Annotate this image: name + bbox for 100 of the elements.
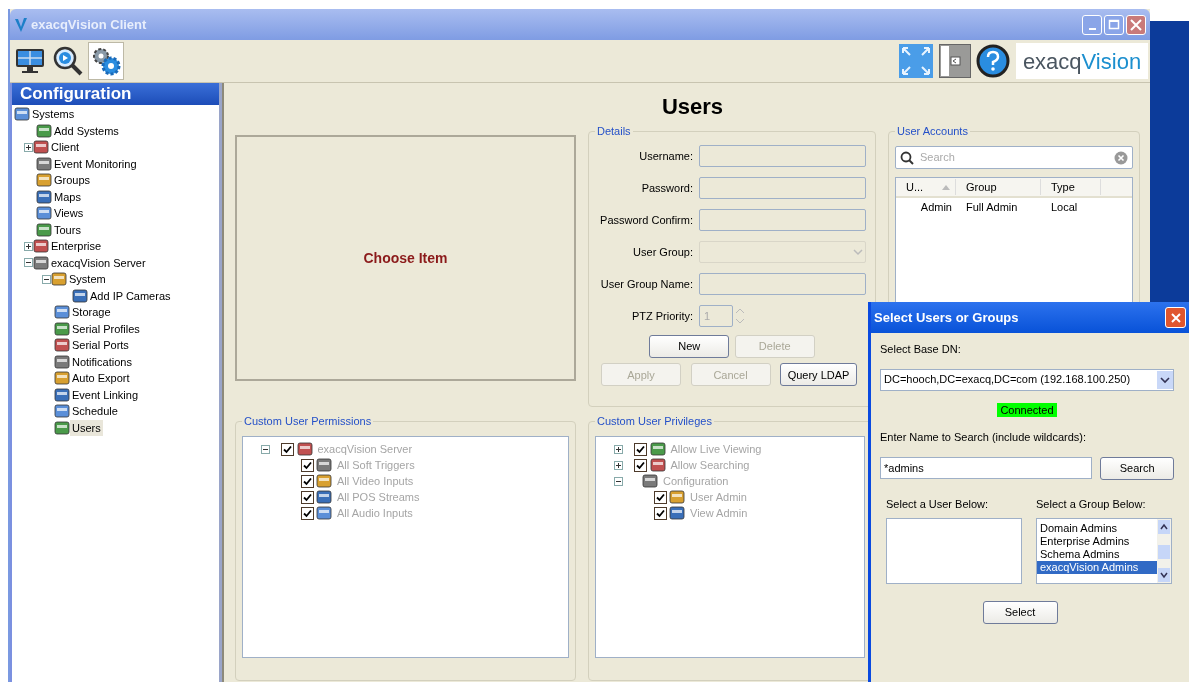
clear-icon[interactable] <box>1114 150 1128 165</box>
close-button[interactable] <box>1165 307 1186 328</box>
tree-item[interactable]: Views <box>52 205 86 222</box>
tree-item[interactable]: Notifications <box>70 353 134 370</box>
tree-item[interactable]: Serial Profiles <box>70 320 142 337</box>
tree-item[interactable]: System <box>67 271 108 288</box>
expand-toggle[interactable] <box>24 142 33 152</box>
app-logo-icon <box>14 16 28 33</box>
item-icon <box>649 441 666 457</box>
input-field[interactable] <box>699 177 866 199</box>
gears-icon <box>90 45 122 77</box>
item-icon <box>54 386 70 403</box>
tree-item[interactable]: Tours <box>52 221 83 238</box>
search-field[interactable]: Search <box>895 146 1133 169</box>
tree-item[interactable]: exacqVision Server <box>49 254 148 271</box>
item-icon <box>669 489 686 505</box>
expand-toggle[interactable] <box>24 241 33 251</box>
input-field[interactable]: *admins <box>880 457 1092 479</box>
item-icon <box>316 489 333 505</box>
dropdown[interactable]: DC=hooch,DC=exacq,DC=com (192.168.100.250) <box>880 368 1174 391</box>
tree-item[interactable]: Maps <box>52 188 83 205</box>
tree-item[interactable]: Auto Export <box>70 370 132 387</box>
item-icon <box>36 122 52 139</box>
select-button[interactable]: Select <box>982 600 1058 624</box>
fullscreen-icon[interactable] <box>899 44 933 78</box>
field-label: User Group Name: <box>599 276 694 292</box>
item-icon <box>54 337 70 354</box>
column-header[interactable]: Group <box>956 178 1041 196</box>
item-icon <box>33 238 49 255</box>
item-icon <box>316 457 333 473</box>
sort-arrow-icon <box>941 183 951 191</box>
scrollbar[interactable] <box>1157 519 1171 583</box>
item-icon <box>296 441 313 457</box>
table-cell-text: Admin <box>919 199 953 215</box>
list-item[interactable]: Domain Admins <box>1037 521 1157 535</box>
close-icon <box>1169 311 1182 324</box>
expand-toggle[interactable] <box>24 258 33 268</box>
list-item[interactable]: Schema Admins <box>1037 547 1157 561</box>
field-label: Enter Name to Search (include wildcards): <box>880 430 1088 445</box>
item-icon <box>54 403 70 420</box>
input-field[interactable] <box>699 145 866 167</box>
item-icon <box>36 188 52 205</box>
search-icon <box>900 150 914 165</box>
item-icon <box>54 370 70 387</box>
list-item[interactable]: exacqVision Admins <box>1037 560 1157 574</box>
status-label: Connected <box>997 402 1057 417</box>
tree-item[interactable]: Enterprise <box>49 238 104 255</box>
logo-text: exacqVision <box>1016 43 1148 79</box>
item-icon <box>54 320 70 337</box>
item-icon <box>36 221 52 238</box>
item-icon <box>36 205 52 222</box>
list-item[interactable]: Enterprise Admins <box>1037 534 1157 548</box>
tree-item[interactable]: Systems <box>30 106 77 123</box>
field-label: Password Confirm: <box>599 212 694 228</box>
toolbar-button[interactable] <box>88 42 124 80</box>
search-icon <box>52 45 84 77</box>
tree-item[interactable]: Add IP Cameras <box>88 287 173 304</box>
tree-item[interactable]: Add Systems <box>52 122 121 139</box>
item-icon <box>316 473 333 489</box>
column-header[interactable]: Type <box>1041 178 1101 196</box>
expand-toggle[interactable] <box>42 274 51 284</box>
tree-item[interactable]: Event Linking <box>70 386 141 403</box>
dialog-title: Select Users or Groups <box>874 308 1019 327</box>
tree-item[interactable]: Storage <box>70 304 113 321</box>
item-icon <box>33 139 49 156</box>
column-header[interactable]: U... <box>896 178 956 196</box>
maximize-icon <box>1107 17 1121 32</box>
item-icon <box>642 473 659 489</box>
item-icon <box>36 155 52 172</box>
field-label: Select a Group Below: <box>1036 497 1147 512</box>
table-cell-text: Local <box>1050 199 1079 215</box>
panel-toggle-icon[interactable] <box>938 44 971 78</box>
window-title: exacqVision Client <box>31 15 147 34</box>
minimize-icon <box>1088 27 1096 30</box>
input-field[interactable] <box>699 209 866 231</box>
tree-item[interactable]: Client <box>49 139 82 156</box>
tree-item[interactable]: Event Monitoring <box>52 155 139 172</box>
tree-item[interactable]: Schedule <box>70 403 120 420</box>
input-field[interactable] <box>699 273 866 295</box>
action-button[interactable]: New <box>649 334 730 358</box>
close-button[interactable] <box>1126 14 1146 35</box>
item-icon <box>14 106 30 123</box>
search-button[interactable]: Search <box>1100 456 1174 480</box>
placeholder-text: Choose Item <box>363 248 448 268</box>
group-title: Custom User Privileges <box>595 415 714 428</box>
item-icon <box>33 254 49 271</box>
item-icon <box>316 505 333 521</box>
action-button[interactable]: Query LDAP <box>780 363 857 387</box>
tree-item[interactable]: Users <box>70 419 103 436</box>
help-icon[interactable] <box>976 44 1010 78</box>
search-input[interactable]: Search <box>918 148 1110 167</box>
group-list[interactable]: Domain Admins Enterprise Admins Schema Admins exacqVision Admins <box>1036 518 1172 584</box>
close-icon <box>1129 17 1143 32</box>
panel-header: Configuration <box>12 83 219 105</box>
field-label: Select a User Below: <box>886 497 990 512</box>
tree-item[interactable]: Serial Ports <box>70 337 131 354</box>
item-icon <box>54 353 70 370</box>
item-icon <box>36 172 52 189</box>
tree-item[interactable]: Groups <box>52 172 93 189</box>
item-icon <box>54 419 70 436</box>
